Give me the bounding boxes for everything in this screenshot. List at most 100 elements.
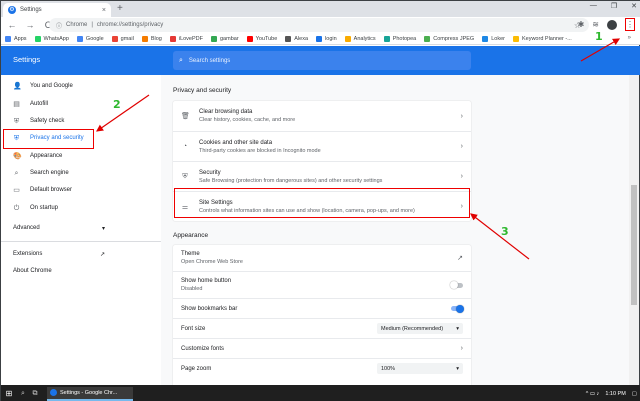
tab-settings[interactable]: ⚙ Settings ×: [3, 3, 111, 17]
appearance-card: Theme Open Chrome Web Store ↗ Show home …: [173, 245, 471, 390]
windows-taskbar: ⊞ ⌕ ⧉ Settings - Google Chr... ^ ▭ ♪ 1:1…: [1, 385, 640, 401]
bookmark-item[interactable]: gmail: [111, 35, 134, 42]
sidebar-advanced[interactable]: Advanced ▾: [13, 225, 105, 232]
row-customize-fonts[interactable]: Customize fonts ›: [173, 338, 471, 358]
sidebar-item-search-engine[interactable]: ⌕ Search engine: [13, 167, 69, 179]
sidebar-item-autofill[interactable]: ▤ Autofill: [13, 98, 48, 110]
bookmark-favicon-icon: [512, 35, 519, 42]
windows-start-icon[interactable]: ⊞: [1, 389, 17, 398]
taskbar-search-icon[interactable]: ⌕: [17, 390, 29, 398]
bookmarks-bar-toggle[interactable]: [451, 304, 464, 313]
notification-icon[interactable]: ▢: [632, 391, 637, 397]
sidebar-item-appearance[interactable]: 🎨 Appearance: [13, 150, 62, 162]
open-external-icon[interactable]: ↗: [457, 254, 463, 262]
sidebar-item-label: On startup: [30, 205, 59, 211]
row-security[interactable]: ⛨ Security Safe Browsing (protection fro…: [173, 161, 471, 191]
bookmark-item[interactable]: Google: [76, 35, 104, 42]
bookmark-item[interactable]: Analytics: [344, 35, 376, 42]
extensions-label: Extensions: [13, 251, 43, 257]
address-bar[interactable]: ⓘ Chrome | chrome://settings/privacy ☆: [49, 18, 589, 32]
sidebar-item-you-and-google[interactable]: 👤 You and Google: [13, 80, 73, 92]
home-button-toggle[interactable]: [450, 281, 463, 289]
row-description: Clear history, cookies, cache, and more: [199, 117, 296, 123]
page-zoom-select[interactable]: 100% ▾: [377, 363, 463, 374]
row-title: Security: [199, 169, 221, 176]
toolbar-right: ✱ ≋ ⋮: [578, 18, 635, 31]
select-value: 100%: [381, 365, 396, 372]
bookmark-favicon-icon: [285, 35, 292, 42]
row-description: Disabled: [181, 286, 203, 292]
bookmark-item[interactable]: Blog: [141, 35, 162, 42]
row-theme[interactable]: Theme Open Chrome Web Store ↗: [173, 245, 471, 271]
bookmark-item[interactable]: login: [316, 35, 337, 42]
row-description: Safe Browsing (protection from dangerous…: [199, 177, 383, 184]
row-show-bookmarks-bar[interactable]: Show bookmarks bar: [173, 298, 471, 318]
clock[interactable]: 1:10 PM: [605, 391, 625, 397]
back-button[interactable]: ←: [7, 20, 17, 30]
bookmark-item[interactable]: Keyword Planner -...: [512, 35, 572, 42]
chevron-down-icon: ▾: [101, 226, 105, 232]
bookmark-label: YouTube: [255, 35, 278, 42]
sidebar-item-safety-check[interactable]: ⛨ Safety check: [13, 115, 64, 127]
minimize-button[interactable]: —: [590, 2, 597, 10]
row-show-home-button[interactable]: Show home button Disabled: [173, 271, 471, 298]
sidebar-extensions[interactable]: Extensions ↗: [13, 251, 105, 258]
bookmark-item[interactable]: Apps: [5, 35, 27, 42]
bookmark-label: gambar: [220, 35, 239, 42]
row-title: Show bookmarks bar: [181, 305, 238, 312]
bookmark-label: Apps: [14, 35, 27, 42]
url-chip: Chrome: [66, 22, 88, 28]
bookmark-item[interactable]: Alexa: [285, 35, 308, 42]
url-text[interactable]: chrome://settings/privacy: [97, 22, 163, 28]
bookmark-item[interactable]: Photopea: [383, 35, 416, 42]
privacy-section-title: Privacy and security: [173, 87, 232, 94]
bookmark-item[interactable]: iLovePDF: [169, 35, 203, 42]
forward-button[interactable]: →: [25, 20, 35, 30]
bookmark-item[interactable]: YouTube: [246, 35, 278, 42]
maximize-button[interactable]: ❐: [611, 2, 617, 10]
bookmark-item[interactable]: gambar: [211, 35, 239, 42]
new-tab-button[interactable]: +: [117, 3, 123, 14]
row-cookies[interactable]: ◔ Cookies and other site data Third-part…: [173, 131, 471, 161]
scrollbar[interactable]: [629, 75, 639, 385]
bookmark-label: iLovePDF: [178, 35, 203, 42]
bookmark-item[interactable]: Compress JPEG: [424, 35, 474, 42]
tab-close-icon[interactable]: ×: [102, 7, 106, 14]
bookmark-favicon-icon: [111, 35, 118, 42]
sidebar-item-on-startup[interactable]: ⏻ On startup: [13, 202, 58, 214]
security-shield-icon: ⛨: [182, 172, 188, 180]
chrome-menu-button[interactable]: ⋮: [625, 18, 635, 31]
task-view-icon[interactable]: ⧉: [29, 390, 41, 398]
search-engine-icon: ⌕: [14, 169, 19, 177]
bookmark-item[interactable]: WhatsApp: [34, 35, 69, 42]
row-font-size: Font size Medium (Recommended) ▾: [173, 318, 471, 338]
bookmark-favicon-icon: [383, 35, 390, 42]
cast-icon[interactable]: ≋: [592, 20, 599, 29]
bookmark-item[interactable]: Loker: [482, 35, 505, 42]
trash-icon: 🗑: [181, 113, 190, 120]
annotation-number-2: 2: [113, 98, 121, 111]
font-size-select[interactable]: Medium (Recommended) ▾: [377, 323, 463, 334]
sidebar-item-label: You and Google: [30, 83, 73, 89]
scrollbar-thumb[interactable]: [631, 185, 637, 305]
browser-window: ⚙ Settings × + — ❐ ✕ ← → C ⓘ Chrome | ch…: [0, 0, 640, 401]
bookmark-favicon-icon: [344, 35, 351, 42]
sidebar-item-default-browser[interactable]: ▭ Default browser: [13, 184, 72, 196]
bookmark-label: Google: [85, 35, 104, 42]
taskbar-chrome-app[interactable]: Settings - Google Chr...: [47, 386, 133, 401]
tab-title: Settings: [20, 7, 42, 13]
tray-icons[interactable]: ^ ▭ ♪: [586, 391, 600, 397]
search-placeholder: Search settings: [188, 57, 231, 64]
chrome-icon: [50, 389, 57, 396]
bookmark-favicon-icon: [141, 35, 148, 42]
search-icon: ⌕: [179, 56, 183, 64]
bookmarks-more-icon[interactable]: »: [628, 35, 631, 41]
row-clear-browsing-data[interactable]: 🗑 Clear browsing data Clear history, coo…: [173, 101, 471, 131]
profile-avatar[interactable]: [607, 19, 617, 30]
search-settings-input[interactable]: ⌕ Search settings: [173, 51, 471, 70]
sidebar-about-chrome[interactable]: About Chrome: [13, 268, 52, 274]
arrow-right-icon: ›: [460, 143, 463, 150]
close-window-button[interactable]: ✕: [631, 2, 637, 10]
extensions-puzzle-icon[interactable]: ✱: [578, 20, 585, 29]
row-description: Open Chrome Web Store: [181, 259, 243, 265]
